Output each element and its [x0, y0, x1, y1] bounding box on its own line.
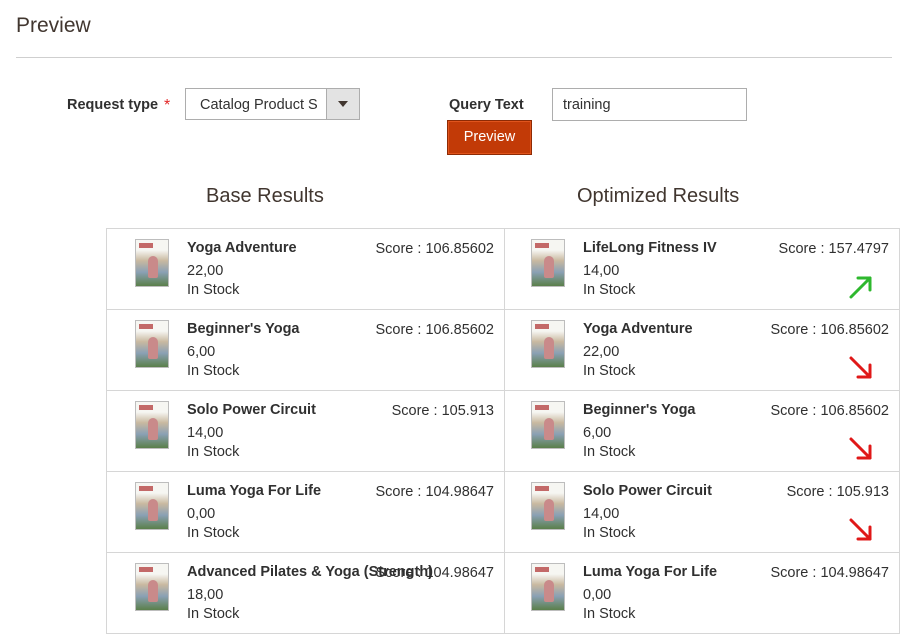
product-price: 0,00: [583, 587, 612, 603]
product-name: Yoga Adventure: [583, 321, 693, 337]
product-name: Yoga Adventure: [187, 240, 297, 256]
product-name: Luma Yoga For Life: [583, 564, 718, 580]
product-price: 14,00: [583, 506, 620, 522]
product-score: Score : 105.913: [391, 403, 494, 419]
product-price: 14,00: [187, 425, 224, 441]
product-name: LifeLong Fitness IV: [583, 240, 717, 256]
arrow-up-right-icon: [849, 276, 872, 299]
preview-button[interactable]: Preview: [447, 120, 532, 155]
product-image: [531, 563, 565, 611]
stock-status: In Stock: [583, 363, 636, 379]
product-image: [531, 482, 565, 530]
product-price: 0,00: [187, 506, 216, 522]
list-item: Yoga Adventure 22,00 In Stock Score : 10…: [107, 229, 504, 310]
list-item: Luma Yoga For Life 0,00 In Stock Score :…: [503, 553, 899, 634]
product-image: [135, 320, 169, 368]
list-item: Yoga Adventure 22,00 In Stock Score : 10…: [503, 310, 899, 391]
product-name: Solo Power Circuit: [583, 483, 712, 499]
list-item: Advanced Pilates & Yoga (Strength) 18,00…: [107, 553, 504, 634]
chevron-down-icon[interactable]: [326, 89, 359, 119]
product-price: 6,00: [583, 425, 612, 441]
product-price: 18,00: [187, 587, 224, 603]
request-type-select[interactable]: Catalog Product S: [185, 88, 360, 120]
arrow-down-right-icon: [849, 518, 872, 541]
page-title: Preview: [16, 14, 91, 37]
stock-status: In Stock: [187, 606, 240, 622]
product-image: [135, 563, 169, 611]
product-price: 22,00: [187, 263, 224, 279]
product-image: [135, 401, 169, 449]
query-text-label: Query Text: [449, 97, 524, 113]
query-text-input[interactable]: [552, 88, 747, 121]
list-item: Solo Power Circuit 14,00 In Stock Score …: [107, 391, 504, 472]
stock-status: In Stock: [187, 363, 240, 379]
product-image: [531, 320, 565, 368]
product-price: 6,00: [187, 344, 216, 360]
product-name: Beginner's Yoga: [187, 321, 300, 337]
stock-status: In Stock: [583, 525, 636, 541]
product-score: Score : 104.98647: [375, 565, 494, 581]
request-type-label: Request type: [67, 97, 159, 113]
stock-status: In Stock: [583, 444, 636, 460]
list-item: Beginner's Yoga 6,00 In Stock Score : 10…: [503, 391, 899, 472]
stock-status: In Stock: [187, 525, 240, 541]
base-results-title: Base Results: [206, 185, 324, 207]
product-image: [135, 482, 169, 530]
product-name: Luma Yoga For Life: [187, 483, 322, 499]
product-price: 14,00: [583, 263, 620, 279]
stock-status: In Stock: [187, 282, 240, 298]
product-score: Score : 106.85602: [375, 322, 494, 338]
product-score: Score : 105.913: [786, 484, 889, 500]
product-image: [135, 239, 169, 287]
stock-status: In Stock: [583, 282, 636, 298]
product-name: Beginner's Yoga: [583, 402, 696, 418]
list-item: Solo Power Circuit 14,00 In Stock Score …: [503, 472, 899, 553]
optimized-results-list: LifeLong Fitness IV 14,00 In Stock Score…: [503, 228, 900, 634]
product-name: Solo Power Circuit: [187, 402, 316, 418]
list-item: Luma Yoga For Life 0,00 In Stock Score :…: [107, 472, 504, 553]
base-results-list: Yoga Adventure 22,00 In Stock Score : 10…: [106, 228, 505, 634]
list-item: Beginner's Yoga 6,00 In Stock Score : 10…: [107, 310, 504, 391]
product-price: 22,00: [583, 344, 620, 360]
product-image: [531, 239, 565, 287]
stock-status: In Stock: [583, 606, 636, 622]
required-mark: *: [164, 97, 171, 114]
section-divider: [16, 57, 892, 58]
request-type-value: Catalog Product S: [200, 97, 318, 113]
stock-status: In Stock: [187, 444, 240, 460]
optimized-results-title: Optimized Results: [577, 185, 740, 207]
product-score: Score : 104.98647: [375, 484, 494, 500]
product-score: Score : 106.85602: [770, 403, 889, 419]
product-score: Score : 104.98647: [770, 565, 889, 581]
arrow-down-right-icon: [849, 356, 872, 379]
arrow-down-right-icon: [849, 437, 872, 460]
product-score: Score : 106.85602: [770, 322, 889, 338]
list-item: LifeLong Fitness IV 14,00 In Stock Score…: [503, 229, 899, 310]
product-image: [531, 401, 565, 449]
product-score: Score : 106.85602: [375, 241, 494, 257]
product-score: Score : 157.4797: [778, 241, 889, 257]
